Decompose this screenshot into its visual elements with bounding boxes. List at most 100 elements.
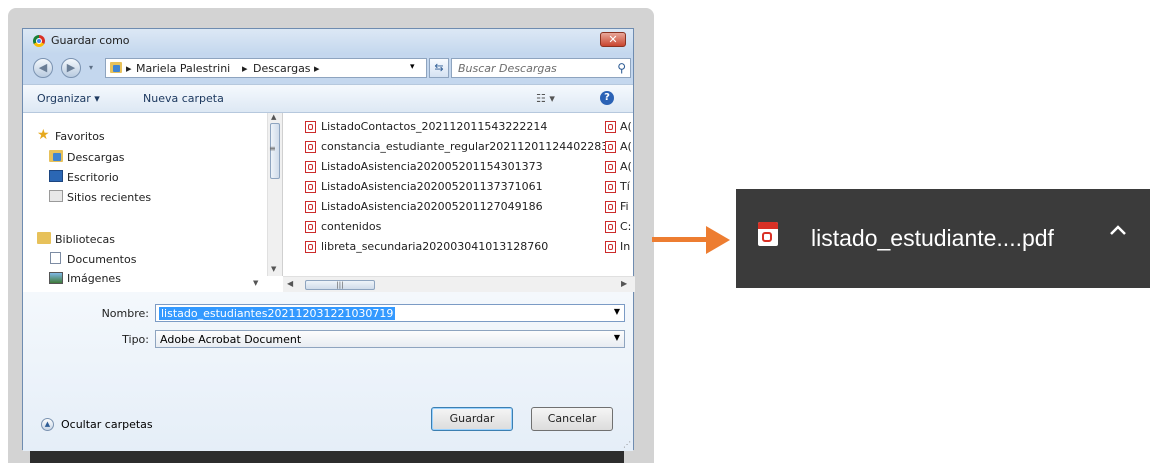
save-button[interactable]: Guardar (431, 407, 513, 431)
filetype-select[interactable]: Adobe Acrobat Document ▼ (155, 330, 625, 348)
navigation-bar: ◀ ▶ ▾ ▸ Mariela Palestrini ▸ Descargas ▸… (23, 53, 633, 83)
file-item[interactable]: contenidos (321, 220, 381, 238)
chrome-icon (33, 35, 45, 47)
filetype-label: Tipo: (122, 333, 149, 346)
file-list: ListadoContactos_202112011543222214 cons… (285, 113, 635, 276)
nav-item-desktop[interactable]: Escritorio (67, 171, 119, 189)
scroll-down-icon[interactable]: ▼ (271, 265, 276, 273)
file-item[interactable]: A( (620, 120, 632, 138)
nav-scroll-down-icon[interactable]: ▼ (253, 279, 258, 287)
search-placeholder: Buscar Descargas (458, 62, 557, 75)
file-item[interactable]: constancia_estudiante_regular20211201124… (321, 140, 615, 158)
chevron-down-icon[interactable]: ▾ (410, 62, 415, 72)
forward-button[interactable]: ▶ (61, 58, 81, 78)
pdf-file-icon (305, 161, 316, 173)
new-folder-button[interactable]: Nueva carpeta (143, 92, 224, 105)
taskbar-strip (30, 450, 624, 463)
file-item[interactable]: A( (620, 140, 632, 158)
pdf-file-icon (758, 222, 778, 246)
search-input[interactable]: Buscar Descargas ⚲ (451, 58, 631, 78)
file-item[interactable]: Fi (620, 200, 629, 218)
chevron-up-icon[interactable] (1106, 219, 1130, 243)
recent-locations-dropdown-icon[interactable]: ▾ (89, 63, 93, 72)
recent-places-icon (49, 190, 63, 202)
scroll-right-icon[interactable]: ▶ (621, 279, 627, 288)
file-item[interactable]: A( (620, 160, 632, 178)
filename-input[interactable]: listado_estudiantes202112031221030719 ▼ (155, 304, 625, 322)
dialog-title: Guardar como (51, 34, 130, 47)
pdf-file-icon (605, 161, 616, 173)
file-item[interactable]: In (620, 240, 630, 258)
cancel-button[interactable]: Cancelar (531, 407, 613, 431)
breadcrumb-user[interactable]: Mariela Palestrini (136, 62, 230, 75)
file-item[interactable]: libreta_secundaria202003041013128760 (321, 240, 548, 258)
pdf-file-icon (305, 121, 316, 133)
collapse-icon[interactable]: ▲ (41, 418, 54, 431)
breadcrumb-separator-icon[interactable]: ▸ (314, 62, 320, 75)
refresh-button[interactable]: ⇆ (429, 58, 449, 78)
horizontal-scrollbar[interactable]: ◀ ||| ▶ (283, 276, 635, 292)
address-bar[interactable]: ▸ Mariela Palestrini ▸ Descargas ▸ ▾ (105, 58, 427, 78)
downloads-folder-icon (49, 150, 63, 162)
help-icon[interactable]: ? (600, 91, 614, 105)
nav-item-favorites[interactable]: Favoritos (55, 130, 105, 148)
images-icon (49, 272, 63, 284)
file-item[interactable]: ListadoAsistencia202005201127049186 (321, 200, 543, 218)
scroll-grip-icon: ≡ (269, 144, 276, 153)
pdf-file-icon (605, 121, 616, 133)
chevron-down-icon[interactable]: ▼ (614, 307, 620, 316)
file-item[interactable]: C: (620, 220, 631, 238)
file-item[interactable]: ListadoContactos_202112011543222214 (321, 120, 547, 138)
pdf-file-icon (605, 181, 616, 193)
view-options-icon[interactable]: ☷ ▾ (536, 92, 555, 105)
pdf-file-icon (305, 201, 316, 213)
browser-pane: ★ Favoritos Descargas Escritorio Sitios … (23, 113, 635, 292)
scroll-up-icon[interactable]: ▲ (271, 113, 276, 121)
arrow-shaft (652, 237, 710, 242)
filetype-value: Adobe Acrobat Document (160, 333, 302, 346)
back-button[interactable]: ◀ (33, 58, 53, 78)
resize-grip-icon[interactable]: ⋰ (623, 440, 631, 449)
libraries-icon (37, 232, 51, 244)
file-item[interactable]: ListadoAsistencia202005201137371061 (321, 180, 543, 198)
nav-item-documents[interactable]: Documentos (67, 253, 136, 271)
scroll-left-icon[interactable]: ◀ (287, 279, 293, 288)
save-as-dialog: Guardar como ✕ ◀ ▶ ▾ ▸ Mariela Palestrin… (22, 28, 635, 451)
file-item[interactable]: Tí (620, 180, 630, 198)
nav-item-images[interactable]: Imágenes (67, 272, 121, 290)
pdf-file-icon (605, 201, 616, 213)
desktop-icon (49, 170, 63, 182)
organize-button[interactable]: Organizar ▾ (37, 92, 100, 105)
arrow-icon (706, 226, 730, 254)
filename-label: Nombre: (101, 307, 149, 320)
file-item[interactable]: ListadoAsistencia202005201154301373 (321, 160, 543, 178)
close-button[interactable]: ✕ (600, 32, 626, 47)
pdf-file-icon (605, 221, 616, 233)
breadcrumb-separator-icon[interactable]: ▸ (242, 62, 248, 75)
command-toolbar: Organizar ▾ Nueva carpeta ☷ ▾ ? (23, 84, 633, 113)
pdf-file-icon (605, 141, 616, 153)
pdf-file-icon (305, 241, 316, 253)
chevron-down-icon[interactable]: ▼ (614, 333, 620, 342)
horizontal-scrollbar-thumb[interactable]: ||| (305, 280, 375, 290)
folder-icon (110, 62, 122, 73)
search-icon[interactable]: ⚲ (617, 61, 626, 75)
download-bar: listado_estudiante....pdf (736, 189, 1150, 288)
navigation-scrollbar[interactable]: ▲ ≡ ▼ (267, 113, 283, 276)
pdf-file-icon (305, 141, 316, 153)
nav-item-downloads[interactable]: Descargas (67, 151, 125, 169)
pdf-file-icon (605, 241, 616, 253)
dialog-titlebar: Guardar como ✕ (23, 29, 633, 53)
navigation-pane: ★ Favoritos Descargas Escritorio Sitios … (23, 113, 267, 292)
documents-icon (50, 252, 61, 264)
nav-item-recent[interactable]: Sitios recientes (67, 191, 151, 209)
download-filename[interactable]: listado_estudiante....pdf (811, 225, 1054, 252)
nav-item-libraries[interactable]: Bibliotecas (55, 233, 115, 251)
hide-folders-label[interactable]: Ocultar carpetas (61, 418, 153, 431)
breadcrumb-downloads[interactable]: Descargas (253, 62, 311, 75)
pdf-file-icon (305, 221, 316, 233)
filename-value[interactable]: listado_estudiantes202112031221030719 (159, 307, 396, 320)
breadcrumb-separator-icon[interactable]: ▸ (126, 62, 132, 75)
pdf-file-icon (305, 181, 316, 193)
save-form: Nombre: listado_estudiantes2021120312210… (23, 292, 633, 451)
